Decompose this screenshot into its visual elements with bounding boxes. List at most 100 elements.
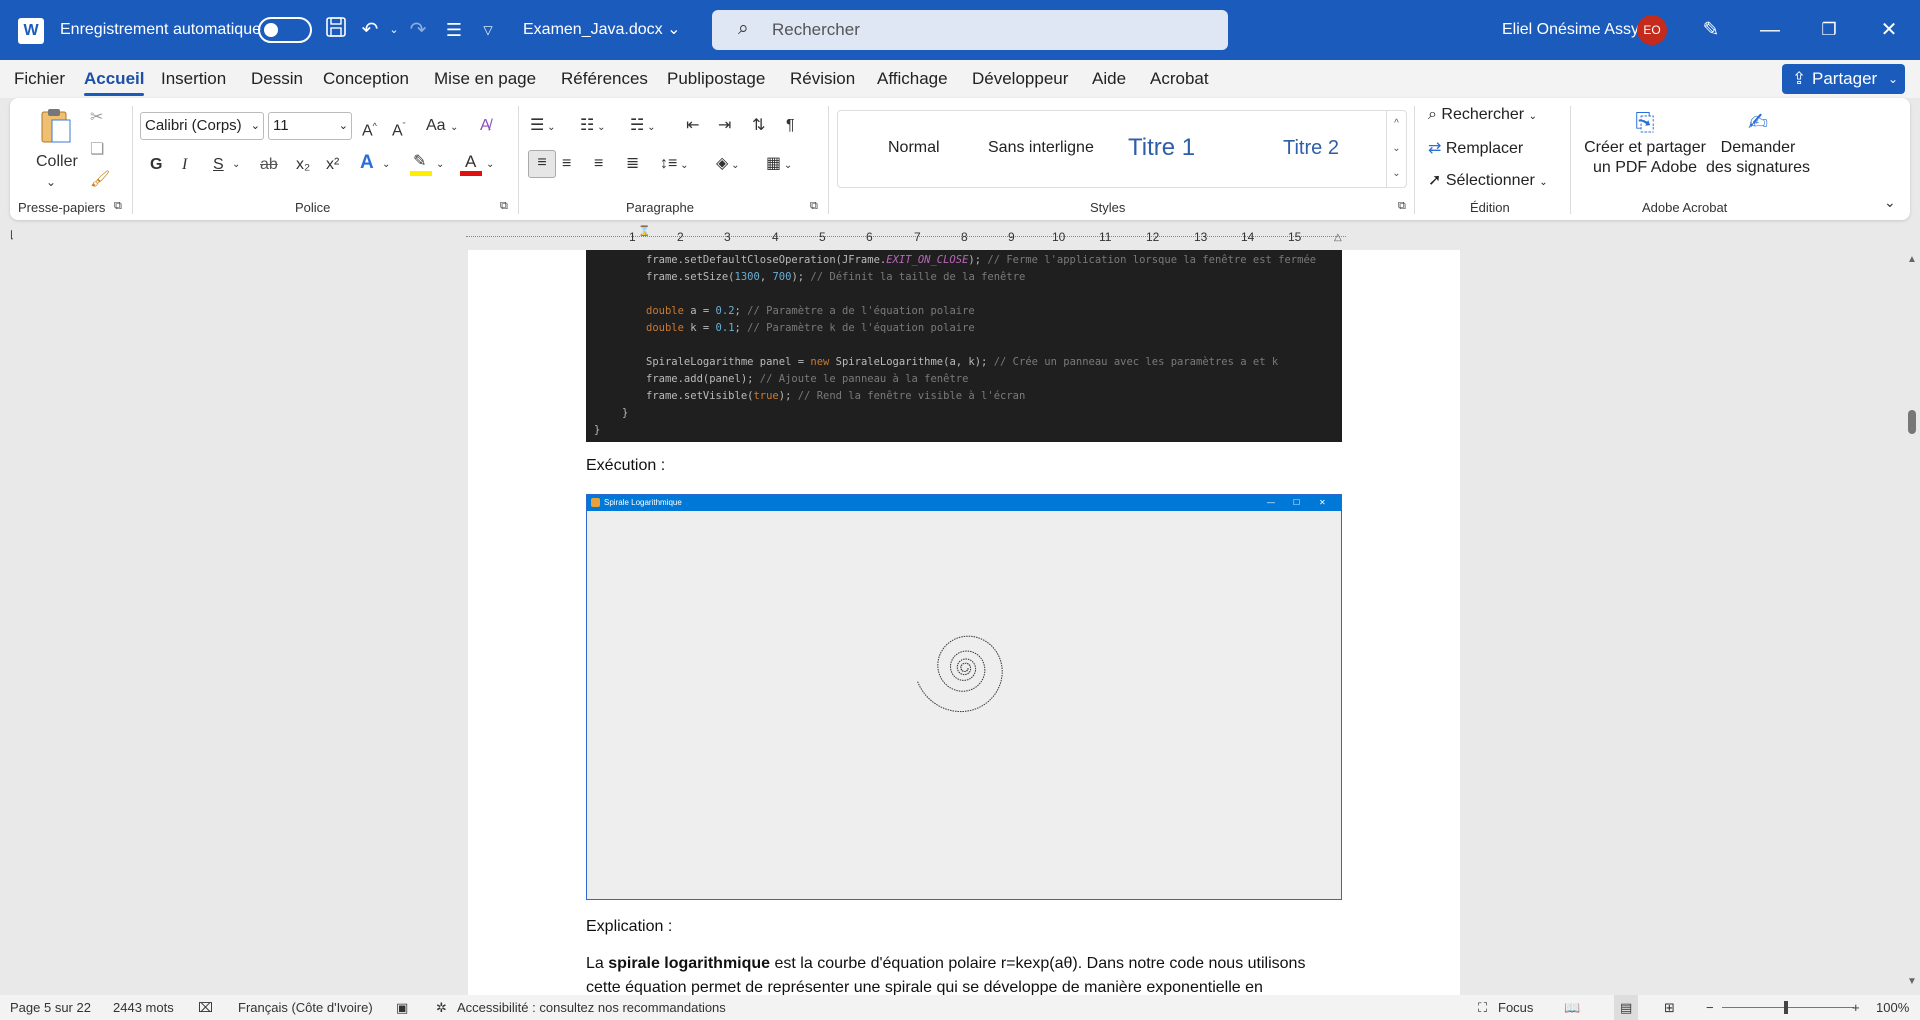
redo-icon[interactable]: ↷ [404, 16, 432, 44]
strikethrough-button[interactable]: ab [260, 153, 278, 177]
borders-icon[interactable]: ▦ ⌄ [766, 152, 792, 178]
line-spacing-icon[interactable]: ↕≡ ⌄ [660, 152, 689, 178]
web-layout-icon[interactable]: ⊞ [1664, 995, 1675, 1020]
increase-indent-icon[interactable]: ⇥ [718, 114, 731, 138]
shrink-font-icon[interactable]: Aˇ [392, 114, 406, 143]
copy-icon[interactable]: ❏ [90, 138, 104, 162]
clear-formatting-icon[interactable]: A̸ [480, 114, 491, 138]
scroll-up-icon[interactable]: ▲ [1907, 254, 1917, 265]
restore-icon[interactable]: ❐ [1815, 16, 1843, 44]
save-icon[interactable] [322, 16, 350, 44]
customize-toolbar-icon[interactable]: ▽ [474, 16, 502, 44]
format-painter-icon[interactable]: 🖌 [90, 168, 110, 192]
align-left-icon[interactable]: ≡ [528, 150, 556, 178]
dialog-launcher-icon[interactable]: ⧉ [114, 200, 122, 213]
change-case-button[interactable]: Aa ⌄ [426, 114, 458, 140]
tab-fichier[interactable]: Fichier [14, 60, 65, 98]
paste-dropdown-icon[interactable]: ⌄ [46, 170, 56, 194]
share-button[interactable]: ⇪ Partager ⌄ [1782, 64, 1905, 94]
indent-marker-icon[interactable]: ⌛ [638, 226, 652, 244]
align-center-icon[interactable]: ≡ [562, 152, 571, 176]
right-indent-icon[interactable]: △ [1334, 232, 1342, 243]
print-layout-icon[interactable]: ▤ [1614, 995, 1639, 1020]
document-name[interactable]: Examen_Java.docx ⌄ [523, 0, 681, 60]
read-mode-icon[interactable]: 📖 [1564, 995, 1580, 1020]
word-count[interactable]: 2443 mots [113, 995, 174, 1020]
tab-aide[interactable]: Aide [1092, 60, 1126, 98]
tab-acrobat[interactable]: Acrobat [1150, 60, 1209, 98]
tab-revision[interactable]: Révision [790, 60, 855, 98]
minimize-icon[interactable]: — [1756, 16, 1784, 44]
proofing-icon[interactable]: ⌧ [198, 995, 213, 1020]
close-icon[interactable]: ✕ [1875, 16, 1903, 44]
replace-button[interactable]: ⇄ Remplacer [1428, 138, 1523, 158]
tab-conception[interactable]: Conception [323, 60, 409, 98]
create-pdf-button[interactable]: ⎘ Créer et partager un PDF Adobe [1580, 108, 1710, 178]
avatar[interactable]: EO [1637, 15, 1667, 45]
autosave-toggle[interactable] [258, 17, 312, 43]
tab-dessin[interactable]: Dessin [251, 60, 303, 98]
grow-font-icon[interactable]: A^ [362, 114, 377, 143]
tab-developpeur[interactable]: Développeur [972, 60, 1068, 98]
zoom-slider-thumb[interactable] [1784, 1001, 1788, 1014]
tab-affichage[interactable]: Affichage [877, 60, 948, 98]
collapse-ribbon-icon[interactable]: ⌄ [1884, 190, 1896, 214]
focus-button[interactable]: Focus [1498, 995, 1533, 1020]
tab-accueil[interactable]: Accueil [84, 60, 145, 98]
paste-icon[interactable] [36, 106, 76, 146]
font-name-select[interactable]: Calibri (Corps) ⌄ [140, 112, 264, 140]
font-color-icon[interactable]: A [460, 150, 482, 178]
style-sans-interligne[interactable]: Sans interligne [988, 111, 1094, 185]
show-formatting-icon[interactable]: ¶ [786, 114, 795, 138]
macro-icon[interactable]: ▣ [396, 995, 408, 1020]
subscript-button[interactable]: x₂ [296, 153, 310, 177]
dialog-launcher-icon[interactable]: ⧉ [1398, 200, 1406, 213]
vertical-scrollbar[interactable]: ▲ ▼ [1904, 250, 1920, 995]
italic-button[interactable]: I [182, 153, 187, 177]
cut-icon[interactable]: ✂ [90, 106, 103, 130]
text-effects-icon[interactable]: A [360, 151, 374, 175]
tab-mise-en-page[interactable]: Mise en page [434, 60, 536, 98]
shading-icon[interactable]: ◈ ⌄ [716, 152, 739, 178]
justify-icon[interactable]: ≣ [626, 152, 639, 176]
user-name[interactable]: Eliel Onésime Assy [1502, 0, 1639, 60]
zoom-slider[interactable] [1722, 1007, 1854, 1008]
multilevel-list-icon[interactable]: ☵ ⌄ [630, 114, 656, 140]
style-normal[interactable]: Normal [888, 111, 940, 185]
search-box[interactable]: ⌕ Rechercher [712, 10, 1228, 50]
zoom-in-icon[interactable]: + [1852, 995, 1860, 1020]
highlight-icon[interactable]: ✎ [410, 150, 432, 178]
font-color-dropdown-icon[interactable]: ⌄ [486, 153, 494, 177]
scroll-down-icon[interactable]: ▼ [1907, 976, 1917, 987]
bold-button[interactable]: G [150, 153, 162, 177]
align-right-icon[interactable]: ≡ [594, 152, 603, 176]
dialog-launcher-icon[interactable]: ⧉ [500, 200, 508, 213]
decrease-indent-icon[interactable]: ⇤ [686, 114, 699, 138]
highlight-dropdown-icon[interactable]: ⌄ [436, 153, 444, 177]
style-titre-1[interactable]: Titre 1 [1128, 111, 1195, 185]
request-signatures-button[interactable]: ✍ Demander des signatures [1698, 108, 1818, 178]
text-effects-dropdown-icon[interactable]: ⌄ [382, 153, 390, 177]
sort-icon[interactable]: ⇅ [752, 114, 765, 138]
tab-selector-icon[interactable]: ⌊ [10, 230, 14, 241]
tab-insertion[interactable]: Insertion [161, 60, 226, 98]
accessibility-status[interactable]: Accessibilité : consultez nos recommanda… [457, 995, 726, 1020]
underline-dropdown-icon[interactable]: ⌄ [232, 153, 240, 177]
bullets-icon[interactable]: ☰ ⌄ [530, 114, 556, 140]
format-list-icon[interactable]: ☰ [440, 16, 468, 44]
zoom-out-icon[interactable]: − [1706, 995, 1714, 1020]
numbering-icon[interactable]: ☷ ⌄ [580, 114, 606, 140]
accessibility-icon[interactable]: ✲ [436, 995, 447, 1020]
scroll-thumb[interactable] [1908, 410, 1916, 434]
dialog-launcher-icon[interactable]: ⧉ [810, 200, 818, 213]
select-button[interactable]: ➚ Sélectionner ⌄ [1428, 170, 1548, 190]
styles-scroll[interactable]: ^ ⌄ ⌄ [1386, 111, 1406, 187]
tab-publipostage[interactable]: Publipostage [667, 60, 765, 98]
underline-button[interactable]: S [213, 153, 224, 177]
tab-references[interactable]: Références [561, 60, 648, 98]
language[interactable]: Français (Côte d'Ivoire) [238, 995, 373, 1020]
zoom-level[interactable]: 100% [1876, 995, 1909, 1020]
superscript-button[interactable]: x² [326, 153, 339, 177]
find-button[interactable]: ⌕ Rechercher ⌄ [1428, 106, 1537, 124]
font-size-select[interactable]: 11 ⌄ [268, 112, 352, 140]
